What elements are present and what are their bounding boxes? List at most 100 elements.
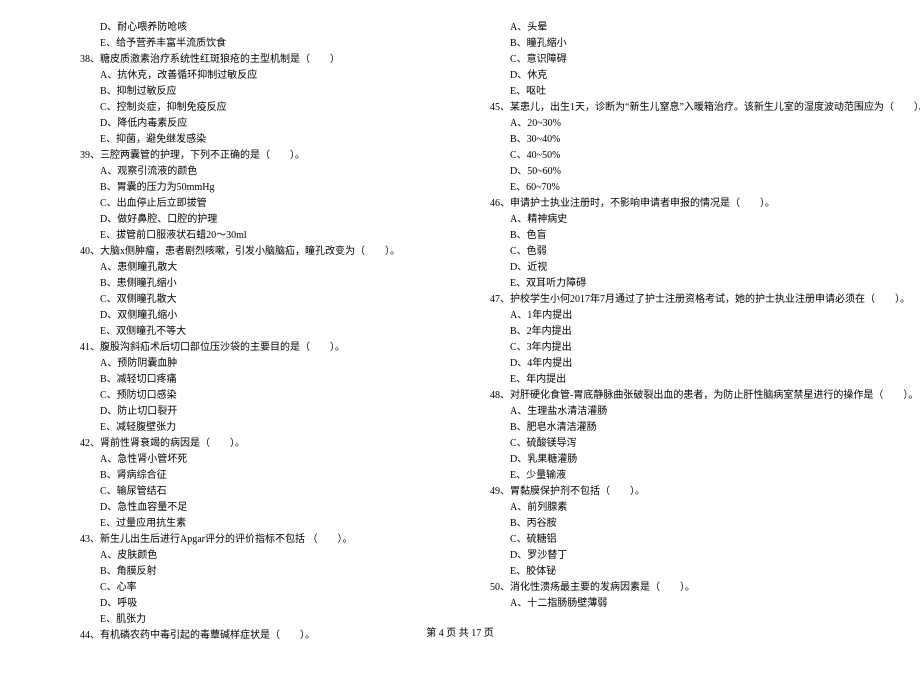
answer-option: A、头晕 bbox=[490, 20, 880, 36]
answer-option: C、控制炎症，抑制免疫反应 bbox=[80, 100, 470, 116]
exam-page: D、耐心喂养防呛咳E、给予营养丰富半流质饮食38、糖皮质激素治疗系统性红斑狼疮的… bbox=[0, 0, 920, 674]
answer-option: D、4年内提出 bbox=[490, 356, 880, 372]
question-stem: 申请护士执业注册时，不影响申请者申报的情况是（ ）。 bbox=[510, 196, 775, 212]
answer-option: D、降低内毒素反应 bbox=[80, 116, 470, 132]
question-block: 47、护校学生小何2017年7月通过了护士注册资格考试，她的护士执业注册申请必须… bbox=[490, 292, 880, 388]
answer-option: C、色弱 bbox=[490, 244, 880, 260]
question-block: 42、肾前性肾衰竭的病因是（ ）。A、急性肾小管坏死B、肾病综合征C、输尿管结石… bbox=[80, 436, 470, 532]
question-stem: 消化性溃疡最主要的发病因素是（ ）。 bbox=[510, 580, 695, 596]
question-text: 48、对肝硬化食管-胃底静脉曲张破裂出血的患者，为防止肝性脑病室禁星进行的操作是… bbox=[490, 388, 880, 404]
right-column: A、头晕B、瞳孔缩小C、意识障碍D、休克E、呕吐45、某患儿，出生1天，诊断为“… bbox=[490, 20, 880, 644]
answer-option: E、给予营养丰富半流质饮食 bbox=[80, 36, 470, 52]
answer-option: B、2年内提出 bbox=[490, 324, 880, 340]
answer-option: E、拔管前口服液状石蜡20～30ml bbox=[80, 228, 470, 244]
question-text: 41、腹股沟斜疝术后切口部位压沙袋的主要目的是（ ）。 bbox=[80, 340, 470, 356]
answer-option: E、抑菌，避免继发感染 bbox=[80, 132, 470, 148]
question-stem: 胃黏膜保护剂不包括（ ）。 bbox=[510, 484, 645, 500]
answer-option: C、双侧瞳孔散大 bbox=[80, 292, 470, 308]
answer-option: C、3年内提出 bbox=[490, 340, 880, 356]
answer-option: C、输尿管结石 bbox=[80, 484, 470, 500]
question-stem: 肾前性肾衰竭的病因是（ ）。 bbox=[100, 436, 245, 452]
question-block: 43、新生儿出生后进行Apgar评分的评价指标不包括 （ ）。A、皮肤颜色B、角… bbox=[80, 532, 470, 628]
answer-option: A、观察引流液的颜色 bbox=[80, 164, 470, 180]
answer-option: E、双侧瞳孔不等大 bbox=[80, 324, 470, 340]
page-footer: 第 4 页 共 17 页 bbox=[0, 626, 920, 642]
answer-option: E、年内提出 bbox=[490, 372, 880, 388]
question-stem: 护校学生小何2017年7月通过了护士注册资格考试，她的护士执业注册申请必须在（ … bbox=[510, 292, 910, 308]
question-number: 47、 bbox=[490, 292, 510, 308]
question-number: 39、 bbox=[80, 148, 100, 164]
answer-option: C、预防切口感染 bbox=[80, 388, 470, 404]
answer-option: A、患侧瞳孔散大 bbox=[80, 260, 470, 276]
answer-option: E、减轻腹壁张力 bbox=[80, 420, 470, 436]
answer-option: B、减轻切口疼痛 bbox=[80, 372, 470, 388]
question-text: 43、新生儿出生后进行Apgar评分的评价指标不包括 （ ）。 bbox=[80, 532, 470, 548]
answer-option: E、过量应用抗生素 bbox=[80, 516, 470, 532]
question-block: 49、胃黏膜保护剂不包括（ ）。A、前列腺素B、丙谷胺C、硫糖铝D、罗沙替丁E、… bbox=[490, 484, 880, 580]
question-text: 40、大脑x侧肿瘤，患者剧烈咳嗽，引发小脑脑疝，瞳孔改变为（ ）。 bbox=[80, 244, 470, 260]
answer-option: B、角膜反射 bbox=[80, 564, 470, 580]
answer-option: A、前列腺素 bbox=[490, 500, 880, 516]
question-stem: 对肝硬化食管-胃底静脉曲张破裂出血的患者，为防止肝性脑病室禁星进行的操作是（ ）… bbox=[510, 388, 918, 404]
question-text: 39、三腔两囊管的护理，下列不正确的是（ ）。 bbox=[80, 148, 470, 164]
answer-option: A、预防阴囊血肿 bbox=[80, 356, 470, 372]
answer-option: D、50~60% bbox=[490, 164, 880, 180]
answer-option: A、急性肾小管坏死 bbox=[80, 452, 470, 468]
question-stem: 某患儿，出生1天，诊断为“新生儿窒息”入暖箱治疗。该新生儿室的湿度波动范围应为（… bbox=[510, 100, 920, 116]
question-text: 46、申请护士执业注册时，不影响申请者申报的情况是（ ）。 bbox=[490, 196, 880, 212]
answer-option: B、30~40% bbox=[490, 132, 880, 148]
question-block: 41、腹股沟斜疝术后切口部位压沙袋的主要目的是（ ）。A、预防阴囊血肿B、减轻切… bbox=[80, 340, 470, 436]
question-text: 47、护校学生小何2017年7月通过了护士注册资格考试，她的护士执业注册申请必须… bbox=[490, 292, 880, 308]
answer-option: A、20~30% bbox=[490, 116, 880, 132]
answer-option: B、抑制过敏反应 bbox=[80, 84, 470, 100]
answer-option: D、近视 bbox=[490, 260, 880, 276]
question-block: 38、糖皮质激素治疗系统性红斑狼疮的主型机制是（ ）A、抗休克，改善循环抑制过敏… bbox=[80, 52, 470, 148]
answer-option: D、防止切口裂开 bbox=[80, 404, 470, 420]
answer-option: B、患侧瞳孔缩小 bbox=[80, 276, 470, 292]
answer-option: C、心率 bbox=[80, 580, 470, 596]
answer-option: E、胶体铋 bbox=[490, 564, 880, 580]
answer-option: B、瞳孔缩小 bbox=[490, 36, 880, 52]
question-number: 38、 bbox=[80, 52, 100, 68]
answer-option: D、休克 bbox=[490, 68, 880, 84]
answer-option: B、丙谷胺 bbox=[490, 516, 880, 532]
question-number: 46、 bbox=[490, 196, 510, 212]
question-block: 45、某患儿，出生1天，诊断为“新生儿窒息”入暖箱治疗。该新生儿室的湿度波动范围… bbox=[490, 100, 880, 196]
question-stem: 三腔两囊管的护理，下列不正确的是（ ）。 bbox=[100, 148, 305, 164]
question-stem: 大脑x侧肿瘤，患者剧烈咳嗽，引发小脑脑疝，瞳孔改变为（ ）。 bbox=[100, 244, 400, 260]
answer-option: D、耐心喂养防呛咳 bbox=[80, 20, 470, 36]
question-text: 50、消化性溃疡最主要的发病因素是（ ）。 bbox=[490, 580, 880, 596]
answer-option: A、十二指肠肠壁薄弱 bbox=[490, 596, 880, 612]
answer-option: B、肥皂水清洁灌肠 bbox=[490, 420, 880, 436]
answer-option: A、生理盐水清洁灌肠 bbox=[490, 404, 880, 420]
answer-option: E、60~70% bbox=[490, 180, 880, 196]
left-column: D、耐心喂养防呛咳E、给予营养丰富半流质饮食38、糖皮质激素治疗系统性红斑狼疮的… bbox=[80, 20, 470, 644]
page-number: 第 4 页 共 17 页 bbox=[426, 628, 494, 639]
answer-option: B、胃囊的压力为50mmHg bbox=[80, 180, 470, 196]
question-number: 48、 bbox=[490, 388, 510, 404]
answer-option: D、做好鼻腔、口腔的护理 bbox=[80, 212, 470, 228]
question-number: 49、 bbox=[490, 484, 510, 500]
question-text: 45、某患儿，出生1天，诊断为“新生儿窒息”入暖箱治疗。该新生儿室的湿度波动范围… bbox=[490, 100, 880, 116]
question-block: 39、三腔两囊管的护理，下列不正确的是（ ）。A、观察引流液的颜色B、胃囊的压力… bbox=[80, 148, 470, 244]
answer-option: A、1年内提出 bbox=[490, 308, 880, 324]
question-block: 50、消化性溃疡最主要的发病因素是（ ）。A、十二指肠肠壁薄弱 bbox=[490, 580, 880, 612]
question-stem: 腹股沟斜疝术后切口部位压沙袋的主要目的是（ ）。 bbox=[100, 340, 345, 356]
answer-option: A、皮肤颜色 bbox=[80, 548, 470, 564]
question-number: 50、 bbox=[490, 580, 510, 596]
question-text: 38、糖皮质激素治疗系统性红斑狼疮的主型机制是（ ） bbox=[80, 52, 470, 68]
question-number: 42、 bbox=[80, 436, 100, 452]
answer-option: B、肾病综合征 bbox=[80, 468, 470, 484]
question-number: 43、 bbox=[80, 532, 100, 548]
answer-option: D、呼吸 bbox=[80, 596, 470, 612]
answer-option: D、双侧瞳孔缩小 bbox=[80, 308, 470, 324]
answer-option: C、硫糖铝 bbox=[490, 532, 880, 548]
answer-option: C、意识障碍 bbox=[490, 52, 880, 68]
answer-option: D、罗沙替丁 bbox=[490, 548, 880, 564]
answer-option: A、精神病史 bbox=[490, 212, 880, 228]
question-number: 40、 bbox=[80, 244, 100, 260]
question-block: 48、对肝硬化食管-胃底静脉曲张破裂出血的患者，为防止肝性脑病室禁星进行的操作是… bbox=[490, 388, 880, 484]
question-number: 45、 bbox=[490, 100, 510, 116]
question-stem: 新生儿出生后进行Apgar评分的评价指标不包括 （ ）。 bbox=[100, 532, 353, 548]
question-text: 49、胃黏膜保护剂不包括（ ）。 bbox=[490, 484, 880, 500]
